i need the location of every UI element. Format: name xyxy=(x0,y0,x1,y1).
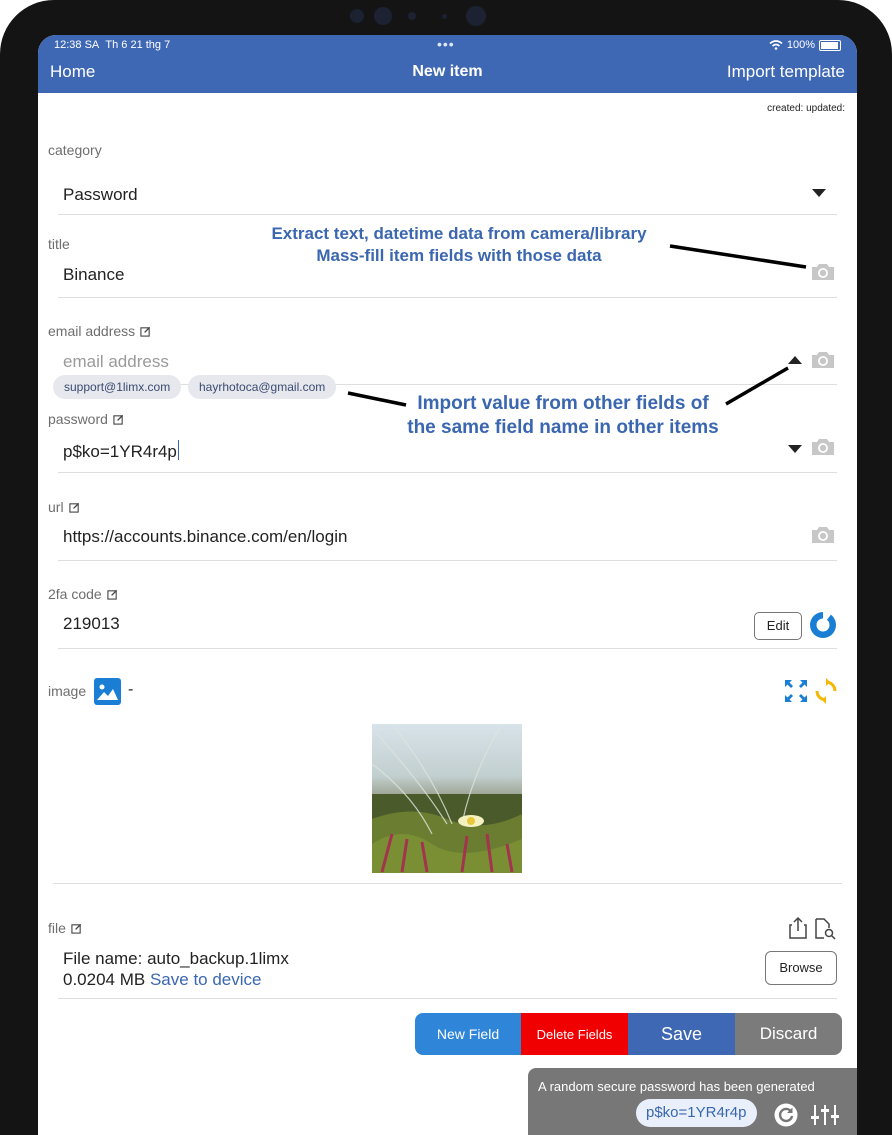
annotation-arrow-suggestions xyxy=(347,391,407,407)
camera-icon[interactable] xyxy=(810,437,836,457)
import-annotation-line-2: the same field name in other items xyxy=(407,417,719,438)
save-to-device-link[interactable]: Save to device xyxy=(150,970,262,989)
file-info: File name: auto_backup.1limx 0.0204 MB S… xyxy=(63,948,289,990)
new-field-button[interactable]: New Field xyxy=(415,1013,521,1055)
url-label: url xyxy=(48,499,80,515)
camera-annotation-line-1: Extract text, datetime data from camera/… xyxy=(271,224,647,243)
generated-password-chip[interactable]: p$ko=1YR4r4p xyxy=(636,1099,757,1127)
divider xyxy=(58,560,837,561)
email-suggestion-chip[interactable]: hayrhotoca@gmail.com xyxy=(188,375,337,399)
edit-field-icon[interactable] xyxy=(107,589,118,600)
timer-ring-icon xyxy=(810,611,836,638)
divider xyxy=(58,998,837,999)
camera-annotation: Extract text, datetime data from camera/… xyxy=(224,223,694,267)
import-annotation: Import value from other fields of the sa… xyxy=(368,392,758,440)
camera-icon[interactable] xyxy=(810,350,836,370)
divider xyxy=(58,648,837,649)
share-icon[interactable] xyxy=(788,916,808,940)
discard-button[interactable]: Discard xyxy=(735,1013,842,1055)
edit-field-icon[interactable] xyxy=(113,414,124,425)
status-time: 12:38 SA Th 6 21 thg 7 xyxy=(54,39,171,51)
camera-icon[interactable] xyxy=(810,525,836,545)
camera-icon[interactable] xyxy=(810,262,836,282)
action-bar: New Field Delete Fields Save Discard xyxy=(415,1013,842,1055)
title-input[interactable]: Binance xyxy=(63,265,124,285)
status-date: Th 6 21 thg 7 xyxy=(105,39,171,51)
password-options-icon[interactable] xyxy=(810,1103,840,1127)
annotation-arrow-dropdown xyxy=(725,366,789,406)
fullscreen-icon[interactable] xyxy=(784,679,808,703)
attached-photo[interactable] xyxy=(372,724,522,873)
image-label: image xyxy=(48,683,87,699)
battery-icon xyxy=(819,39,841,51)
url-input[interactable]: https://accounts.binance.com/en/login xyxy=(63,527,347,547)
divider xyxy=(58,214,837,215)
multitasking-dots[interactable]: ••• xyxy=(437,36,455,52)
status-indicators: 100% xyxy=(769,39,841,51)
category-label: category xyxy=(48,142,102,158)
browse-button[interactable]: Browse xyxy=(765,951,837,985)
edit-field-icon[interactable] xyxy=(68,502,80,513)
password-dropdown-icon[interactable] xyxy=(788,445,802,453)
email-label: email address xyxy=(48,323,151,339)
created-updated-info: created: updated: xyxy=(767,103,845,114)
annotation-arrow-camera xyxy=(669,244,807,269)
collapse-suggestions-icon[interactable] xyxy=(788,356,802,364)
app-screen: 12:38 SA Th 6 21 thg 7 ••• 100% Home New… xyxy=(38,35,857,1135)
edit-field-icon[interactable] xyxy=(71,923,82,934)
camera-annotation-line-2: Mass-fill item fields with those data xyxy=(316,246,602,265)
password-label: password xyxy=(48,411,124,427)
image-separator: - xyxy=(128,681,134,698)
divider xyxy=(58,472,837,473)
password-generated-toast: A random secure password has been genera… xyxy=(528,1068,857,1135)
toast-message: A random secure password has been genera… xyxy=(538,1079,815,1094)
file-name: File name: auto_backup.1limx xyxy=(63,949,289,968)
file-size: 0.0204 MB xyxy=(63,970,146,989)
import-annotation-line-1: Import value from other fields of xyxy=(417,393,709,414)
category-select[interactable]: Password xyxy=(63,185,138,205)
divider xyxy=(53,883,842,884)
image-icon[interactable] xyxy=(94,678,121,705)
file-label: file xyxy=(48,920,82,936)
title-label: title xyxy=(48,236,70,252)
divider xyxy=(58,297,837,298)
category-dropdown-icon[interactable] xyxy=(812,189,826,197)
front-camera xyxy=(350,6,490,28)
twofa-label: 2fa code xyxy=(48,586,118,602)
import-template-button[interactable]: Import template xyxy=(727,62,845,82)
regenerate-icon[interactable] xyxy=(774,1103,798,1127)
file-preview-icon[interactable] xyxy=(814,918,836,940)
edit-field-icon[interactable] xyxy=(140,326,151,337)
password-input[interactable]: p$ko=1YR4r4p xyxy=(63,440,179,462)
edit-2fa-button[interactable]: Edit xyxy=(754,612,802,640)
wifi-icon xyxy=(769,40,783,50)
email-suggestion-chip[interactable]: support@1limx.com xyxy=(53,375,182,399)
save-button[interactable]: Save xyxy=(628,1013,735,1055)
navigation-bar: 12:38 SA Th 6 21 thg 7 ••• 100% Home New… xyxy=(38,35,857,93)
twofa-code: 219013 xyxy=(63,614,120,633)
email-input[interactable]: email address xyxy=(63,352,169,372)
battery-percent: 100% xyxy=(786,39,815,51)
text-cursor xyxy=(177,440,179,460)
refresh-icon[interactable] xyxy=(814,678,838,704)
delete-fields-button[interactable]: Delete Fields xyxy=(521,1013,628,1055)
